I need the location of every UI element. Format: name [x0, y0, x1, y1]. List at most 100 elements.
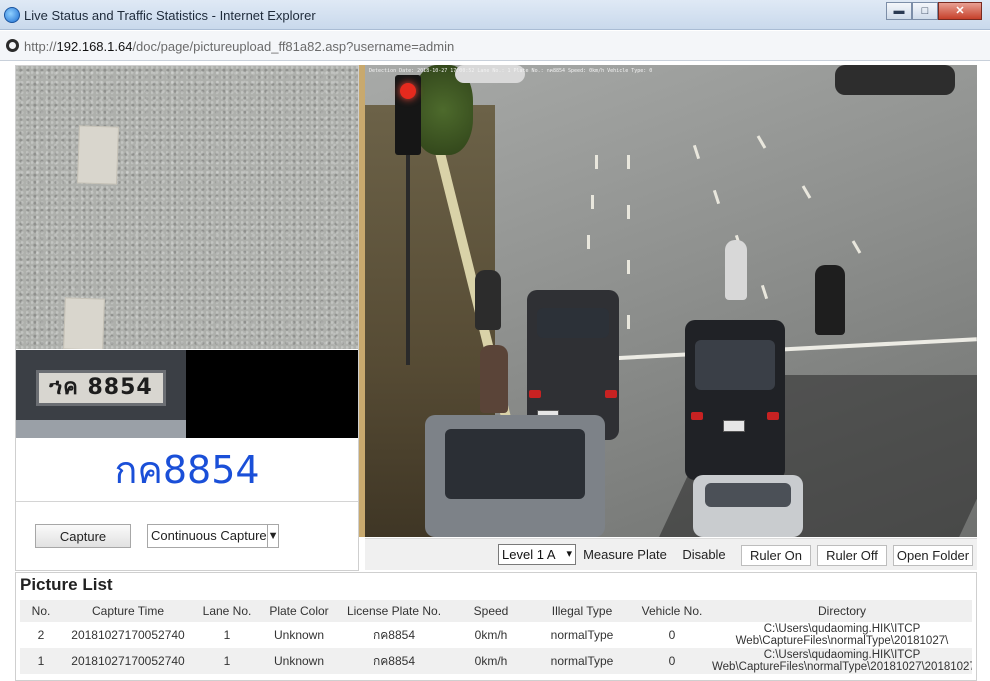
vehicle-plate — [723, 420, 745, 432]
continuous-capture-label: Continuous Capture — [148, 525, 268, 547]
capture-picture — [16, 66, 358, 349]
vehicle — [835, 65, 955, 95]
stream-level-select[interactable]: Level 1 A ▾ — [498, 544, 576, 565]
cell-illegal-type: normalType — [532, 622, 632, 648]
vehicle — [425, 415, 605, 537]
windshield — [705, 483, 791, 507]
windshield — [445, 429, 585, 499]
cell-no: 2 — [20, 622, 62, 648]
tail-light — [691, 412, 703, 420]
url-prefix: http:// — [24, 39, 57, 54]
close-button[interactable]: ✕ — [938, 2, 982, 20]
chevron-down-icon: ▾ — [566, 548, 572, 560]
stream-level-value: Level 1 A — [502, 547, 556, 562]
lane-dash — [627, 155, 630, 169]
column-header: Plate Color — [260, 600, 338, 622]
stop-line — [605, 337, 977, 361]
disable-button[interactable]: Disable — [672, 545, 736, 566]
open-folder-button[interactable]: Open Folder — [893, 545, 973, 566]
lane-dash — [801, 185, 812, 199]
minimize-button[interactable]: ▬ — [886, 2, 912, 20]
cell-lane: 1 — [194, 622, 260, 648]
lane-dash — [587, 235, 590, 249]
column-header: Vehicle No. — [632, 600, 712, 622]
maximize-button[interactable]: □ — [912, 2, 938, 20]
cell-vehicle-no: 0 — [632, 648, 712, 674]
ruler-on-button[interactable]: Ruler On — [741, 545, 811, 566]
column-header: Lane No. — [194, 600, 260, 622]
recognition-panel: ኀค 8854 กค8854 Capture Continuous Captur… — [15, 65, 359, 571]
lane-dash — [627, 315, 630, 329]
table-row[interactable]: 1 20181027170052740 1 Unknown กค8854 0km… — [20, 648, 972, 674]
pedestrian — [480, 345, 508, 413]
vehicle — [693, 475, 803, 537]
url-path: /doc/page/pictureupload_ff81a82.asp?user… — [132, 39, 455, 54]
live-video[interactable]: Detection Date: 2018-10-27 17:00:52 Lane… — [365, 65, 977, 537]
lane-dash — [627, 205, 630, 219]
cell-illegal-type: normalType — [532, 648, 632, 674]
table-header-row: No. Capture Time Lane No. Plate Color Li… — [20, 600, 972, 622]
lane-marking — [77, 125, 119, 185]
cell-speed: 0km/h — [450, 648, 532, 674]
motorcyclist — [475, 270, 501, 330]
page-content: ኀค 8854 กค8854 Capture Continuous Captur… — [10, 62, 980, 681]
title-bar: Live Status and Traffic Statistics - Int… — [0, 0, 990, 30]
lane-dash — [692, 144, 701, 160]
cell-directory: C:\Users\qudaoming.HIK\ITCP Web\CaptureF… — [712, 622, 972, 648]
bumper — [16, 420, 186, 438]
red-light-icon — [400, 83, 416, 99]
cell-directory: C:\Users\qudaoming.HIK\ITCP Web\CaptureF… — [712, 648, 972, 674]
windshield — [695, 340, 775, 390]
measure-plate-button[interactable]: Measure Plate — [583, 545, 667, 566]
plate-number-result: กค8854 — [16, 438, 358, 502]
cell-plate-no: กค8854 — [338, 622, 450, 648]
cell-plate-color: Unknown — [260, 622, 338, 648]
lane-dash — [851, 240, 862, 254]
plate-crop-text: ኀค 8854 — [36, 370, 166, 406]
url-host: 192.168.1.64 — [56, 39, 133, 54]
plate-crop-image: ኀค 8854 — [16, 350, 186, 438]
motorcyclist — [725, 240, 747, 300]
cell-speed: 0km/h — [450, 622, 532, 648]
column-header: Illegal Type — [532, 600, 632, 622]
url-text[interactable]: http://192.168.1.64/doc/page/pictureuplo… — [24, 39, 454, 54]
cell-lane: 1 — [194, 648, 260, 674]
cell-no: 1 — [20, 648, 62, 674]
column-header: Capture Time — [62, 600, 194, 622]
column-header: No. — [20, 600, 62, 622]
page-icon — [6, 39, 19, 52]
lane-dash — [756, 135, 767, 149]
tail-light — [767, 412, 779, 420]
tail-light — [605, 390, 617, 398]
column-header: Speed — [450, 600, 532, 622]
picture-list-panel: Picture List No. Capture Time Lane No. P… — [15, 572, 977, 681]
column-header: Directory — [712, 600, 972, 622]
cell-capture-time: 20181027170052740 — [62, 622, 194, 648]
continuous-capture-dropdown[interactable]: Continuous Capture ▼ — [147, 524, 279, 548]
address-bar[interactable]: http://192.168.1.64/doc/page/pictureuplo… — [0, 31, 990, 61]
vehicle — [685, 320, 785, 480]
video-osd-text: Detection Date: 2018-10-27 17:00:52 Lane… — [369, 68, 653, 74]
windshield — [537, 308, 609, 338]
motorcyclist — [815, 265, 845, 335]
video-toolbar: Level 1 A ▾ Measure Plate Disable Ruler … — [365, 538, 977, 570]
lane-dash — [760, 284, 769, 300]
internet-explorer-icon — [4, 7, 20, 23]
picture-list-title: Picture List — [20, 575, 113, 594]
cell-capture-time: 20181027170052740 — [62, 648, 194, 674]
table-row[interactable]: 2 20181027170052740 1 Unknown กค8854 0km… — [20, 622, 972, 648]
plate-binary-image — [186, 350, 358, 438]
window-title: Live Status and Traffic Statistics - Int… — [24, 8, 316, 23]
column-header: License Plate No. — [338, 600, 450, 622]
lane-dash — [595, 155, 598, 169]
lane-dash — [712, 189, 721, 205]
lane-marking — [63, 297, 105, 349]
cell-vehicle-no: 0 — [632, 622, 712, 648]
dropdown-arrow-icon[interactable]: ▼ — [268, 530, 279, 542]
ruler-off-button[interactable]: Ruler Off — [817, 545, 887, 566]
window-controls: ▬ □ ✕ — [886, 2, 982, 20]
cell-plate-no: กค8854 — [338, 648, 450, 674]
tail-light — [529, 390, 541, 398]
cell-plate-color: Unknown — [260, 648, 338, 674]
capture-button[interactable]: Capture — [35, 524, 131, 548]
